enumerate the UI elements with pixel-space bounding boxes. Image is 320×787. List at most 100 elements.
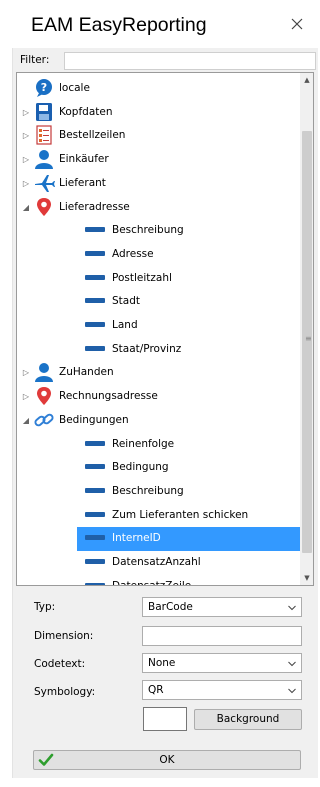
expander-closed-icon[interactable]: ▷ [21, 179, 31, 189]
tree-item-label: Lieferant [59, 176, 106, 189]
tree-item-label: Bedingung [112, 461, 169, 474]
background-color-swatch[interactable] [143, 707, 187, 731]
tree-item[interactable]: InterneID [77, 527, 300, 552]
grip-icon: ≡ [305, 334, 312, 343]
codetext-select[interactable]: None [142, 653, 302, 673]
scroll-down-arrow-icon[interactable]: ▼ [300, 571, 313, 585]
field-icon [85, 582, 105, 585]
tree-item-label: Staat/Provinz [112, 342, 182, 355]
tree-item-label: Rechnungsadresse [59, 390, 158, 403]
airplane-icon [33, 173, 55, 193]
checkmark-icon [38, 753, 54, 766]
field-icon [85, 464, 105, 470]
person-icon [33, 149, 55, 170]
tree-item-label: Reinenfolge [112, 437, 175, 450]
tree-item[interactable]: ◢ Bedingungen [17, 409, 300, 433]
tree-item[interactable]: DatensatzAnzahl [17, 551, 300, 575]
tree-item-label: Beschreibung [112, 484, 184, 497]
tree-item[interactable]: ? locale [17, 77, 300, 101]
person-icon [33, 362, 55, 383]
tree-item-label: DatensatzAnzahl [112, 556, 201, 568]
tree-item-label: ZuHanden [59, 366, 114, 379]
tree-item-label: Lieferadresse [59, 200, 130, 213]
chevron-down-icon [288, 661, 296, 667]
scrollbar-thumb[interactable]: ≡ [302, 131, 312, 553]
chain-link-icon [33, 410, 55, 430]
typ-select[interactable]: BarCode [142, 597, 302, 617]
tree-item[interactable]: Beschreibung [17, 480, 300, 504]
tree-item-label: Postleitzahl [112, 271, 172, 284]
expander-closed-icon[interactable]: ▷ [21, 392, 31, 402]
field-icon [85, 274, 105, 280]
codetext-label: Codetext: [34, 658, 86, 670]
map-pin-icon [33, 197, 55, 217]
tree-list: ? locale ▷ Kopfdaten ▷ Bestellzeilen ▷ Einkäufe… [17, 73, 300, 585]
dimension-input[interactable] [142, 626, 302, 646]
tree-item[interactable]: Beschreibung [17, 219, 300, 243]
typ-value: BarCode [148, 601, 193, 613]
expander-open-icon[interactable]: ◢ [21, 416, 31, 426]
tree-item-label: Kopfdaten [59, 105, 113, 118]
tree-item-label: Land [112, 319, 138, 331]
svg-text:?: ? [41, 81, 47, 94]
chevron-down-icon [288, 688, 296, 694]
map-pin-icon [33, 386, 55, 406]
tree-item-label: Stadt [112, 295, 140, 308]
field-icon [85, 227, 105, 233]
expander-closed-icon[interactable]: ▷ [21, 155, 31, 165]
tree-item-label: Bestellzeilen [59, 129, 126, 142]
tree-item[interactable]: ▷ Einkäufer [17, 148, 300, 172]
tree-item-label: Bedingungen [59, 413, 129, 426]
tree-item[interactable]: Land [17, 314, 300, 338]
tree-item[interactable]: DatensatzZeile [17, 575, 300, 585]
tree-item[interactable]: ▷ Kopfdaten [17, 101, 300, 125]
codetext-value: None [148, 657, 176, 669]
expander-closed-icon[interactable]: ▷ [21, 368, 31, 378]
tree-item[interactable]: ▷ ZuHanden [17, 361, 300, 385]
tree-item[interactable]: Stadt [17, 290, 300, 314]
field-icon [85, 345, 105, 351]
symbology-label: Symbology: [34, 686, 96, 698]
order-lines-icon [33, 125, 55, 145]
tree-item[interactable]: ◢ Lieferadresse [17, 196, 300, 220]
typ-label: Typ: [34, 601, 56, 613]
expander-closed-icon[interactable]: ▷ [21, 131, 31, 141]
background-button[interactable]: Background [194, 709, 302, 730]
tree-item[interactable]: ▷ Lieferant [17, 172, 300, 196]
expander-closed-icon[interactable]: ▷ [21, 108, 31, 118]
close-icon[interactable] [290, 17, 304, 31]
symbology-value: QR [148, 684, 164, 696]
tree-item-label: DatensatzZeile [112, 580, 191, 585]
tree-item[interactable]: Postleitzahl [17, 267, 300, 291]
chevron-down-icon [288, 605, 296, 611]
tree-item[interactable]: Staat/Provinz [17, 338, 300, 362]
tree-item[interactable]: ▷ Bestellzeilen [17, 124, 300, 148]
field-icon [85, 250, 105, 256]
field-icon [85, 440, 105, 446]
scroll-up-arrow-icon[interactable]: ▲ [300, 73, 313, 87]
tree-item[interactable]: Adresse [17, 243, 300, 267]
symbology-select[interactable]: QR [142, 680, 302, 700]
floppy-disk-icon [33, 102, 55, 122]
tree-item[interactable]: Zum Lieferanten schicken [17, 504, 300, 528]
tree-item[interactable]: Bedingung [17, 456, 300, 480]
tree-scrollbar[interactable]: ▲ ≡ ▼ [300, 73, 313, 585]
filter-input[interactable] [64, 52, 316, 70]
tree-item[interactable]: Reinenfolge [17, 433, 300, 457]
ok-label: OK [159, 754, 175, 766]
ok-button[interactable]: OK [33, 750, 301, 770]
field-icon [85, 487, 105, 493]
field-tree[interactable]: ? locale ▷ Kopfdaten ▷ Bestellzeilen ▷ Einkäufe… [16, 72, 314, 586]
dimension-label: Dimension: [34, 630, 94, 642]
field-icon [85, 559, 105, 564]
tree-item[interactable]: ▷ Rechnungsadresse [17, 385, 300, 409]
expander-open-icon[interactable]: ◢ [21, 203, 31, 213]
tree-item-label: Zum Lieferanten schicken [112, 508, 249, 521]
tree-item-label: Adresse [112, 247, 154, 260]
tree-item-label: Einkäufer [59, 153, 109, 166]
help-bubble-icon: ? [33, 78, 55, 98]
field-icon [85, 511, 105, 517]
field-icon [85, 298, 105, 304]
window-title: EAM EasyReporting [31, 14, 207, 36]
field-icon [85, 535, 105, 541]
